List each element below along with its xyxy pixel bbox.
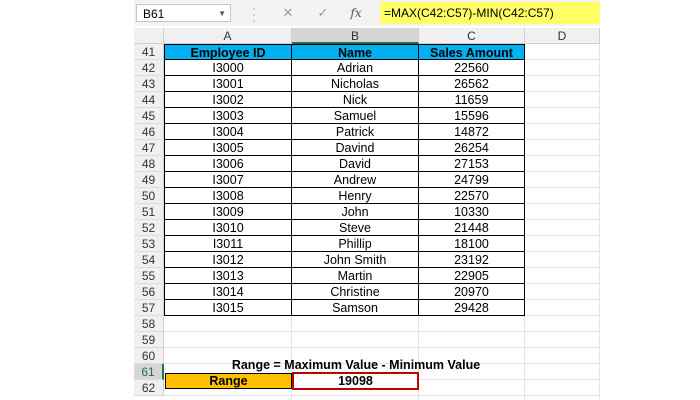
table-cell[interactable]: John Smith (292, 252, 419, 268)
table-cell[interactable]: 26254 (419, 140, 525, 156)
table-cell[interactable]: 18100 (419, 236, 525, 252)
table-cell[interactable]: 26562 (419, 76, 525, 92)
table-cell[interactable]: Nick (292, 92, 419, 108)
table-cell[interactable]: 24799 (419, 172, 525, 188)
row-header[interactable]: 43 (134, 76, 164, 92)
table-cell[interactable]: 21448 (419, 220, 525, 236)
table-cell[interactable]: David (292, 156, 419, 172)
table-cell[interactable]: I3013 (164, 268, 292, 284)
row-header[interactable]: 45 (134, 108, 164, 124)
table-cell[interactable]: I3001 (164, 76, 292, 92)
gridline (599, 44, 600, 400)
row-header[interactable]: 62 (134, 380, 164, 396)
column-header-d[interactable]: D (525, 28, 600, 44)
table-cell[interactable]: Davind (292, 140, 419, 156)
table-cell[interactable]: I3003 (164, 108, 292, 124)
table-cell[interactable]: I3002 (164, 92, 292, 108)
row-header[interactable]: 51 (134, 204, 164, 220)
row-header[interactable]: 47 (134, 140, 164, 156)
row-header[interactable]: 61 (134, 364, 164, 380)
row-header[interactable]: 54 (134, 252, 164, 268)
table-cell[interactable]: 22560 (419, 60, 525, 76)
table-cell[interactable]: I3006 (164, 156, 292, 172)
range-formula-note: Range = Maximum Value - Minimum Value (231, 358, 481, 372)
table-cell[interactable]: Samson (292, 300, 419, 316)
enter-icon[interactable]: ✓ (314, 4, 332, 22)
table-cell[interactable]: I3014 (164, 284, 292, 300)
table-cell[interactable]: I3005 (164, 140, 292, 156)
table-cell[interactable]: I3004 (164, 124, 292, 140)
row-header[interactable]: 57 (134, 300, 164, 316)
column-header-c[interactable]: C (419, 28, 525, 44)
gridline (164, 347, 600, 348)
formula-bar: B61 ▼ · · · ✕ ✓ fx =MAX(C42:C57)-MIN(C42:C… (134, 0, 600, 26)
chevron-down-icon[interactable]: ▼ (218, 5, 226, 23)
row-header[interactable]: 52 (134, 220, 164, 236)
table-cell[interactable]: 10330 (419, 204, 525, 220)
name-box[interactable]: B61 ▼ (136, 4, 231, 22)
column-header-a[interactable]: A (164, 28, 292, 44)
table-cell[interactable]: 22570 (419, 188, 525, 204)
table-cell[interactable]: Christine (292, 284, 419, 300)
table-cell[interactable]: I3008 (164, 188, 292, 204)
table-cell[interactable]: Martin (292, 268, 419, 284)
table-cell[interactable]: I3012 (164, 252, 292, 268)
table-cell[interactable]: 11659 (419, 92, 525, 108)
table-cell[interactable]: Steve (292, 220, 419, 236)
row-header[interactable]: 42 (134, 60, 164, 76)
table-cell[interactable]: 14872 (419, 124, 525, 140)
table-cell[interactable]: Nicholas (292, 76, 419, 92)
gridline (164, 395, 600, 396)
separator-dots-icon: · · · (252, 1, 256, 27)
table-header-cell[interactable]: Name (292, 44, 419, 60)
row-header[interactable]: 53 (134, 236, 164, 252)
row-header[interactable]: 48 (134, 156, 164, 172)
table-cell[interactable]: 23192 (419, 252, 525, 268)
row-header[interactable]: 60 (134, 348, 164, 364)
row-header[interactable]: 46 (134, 124, 164, 140)
table-cell[interactable]: I3009 (164, 204, 292, 220)
table-cell[interactable]: Adrian (292, 60, 419, 76)
column-header-b[interactable]: B (292, 28, 419, 44)
table-cell[interactable]: I3011 (164, 236, 292, 252)
table-cell[interactable]: 22905 (419, 268, 525, 284)
row-header[interactable]: 59 (134, 332, 164, 348)
table-cell[interactable]: I3000 (164, 60, 292, 76)
formula-input[interactable]: =MAX(C42:C57)-MIN(C42:C57) (380, 2, 600, 24)
table-cell[interactable]: Samuel (292, 108, 419, 124)
select-all-corner[interactable] (134, 28, 164, 44)
table-cell[interactable]: I3015 (164, 300, 292, 316)
table-cell[interactable]: Phillip (292, 236, 419, 252)
table-header-cell[interactable]: Sales Amount (419, 44, 525, 60)
row-header[interactable]: 56 (134, 284, 164, 300)
table-cell[interactable]: Henry (292, 188, 419, 204)
table-cell[interactable]: 20970 (419, 284, 525, 300)
row-header[interactable]: 55 (134, 268, 164, 284)
row-header[interactable]: 44 (134, 92, 164, 108)
row-header[interactable]: 41 (134, 44, 164, 60)
table-cell[interactable]: I3007 (164, 172, 292, 188)
row-header[interactable]: 58 (134, 316, 164, 332)
table-cell[interactable]: Patrick (292, 124, 419, 140)
table-cell[interactable]: I3010 (164, 220, 292, 236)
table-header-cell[interactable]: Employee ID (164, 44, 292, 60)
table-cell[interactable]: Andrew (292, 172, 419, 188)
table-cell[interactable]: 29428 (419, 300, 525, 316)
insert-function-icon[interactable]: fx (347, 4, 365, 22)
range-label-cell[interactable]: Range (165, 373, 292, 389)
cancel-icon[interactable]: ✕ (279, 4, 297, 22)
table-cell[interactable]: 15596 (419, 108, 525, 124)
table-cell[interactable]: John (292, 204, 419, 220)
row-header[interactable]: 50 (134, 188, 164, 204)
range-value-cell[interactable]: 19098 (292, 372, 419, 390)
table-cell[interactable]: 27153 (419, 156, 525, 172)
name-box-value: B61 (143, 7, 165, 21)
row-header[interactable]: 49 (134, 172, 164, 188)
gridline (164, 331, 600, 332)
